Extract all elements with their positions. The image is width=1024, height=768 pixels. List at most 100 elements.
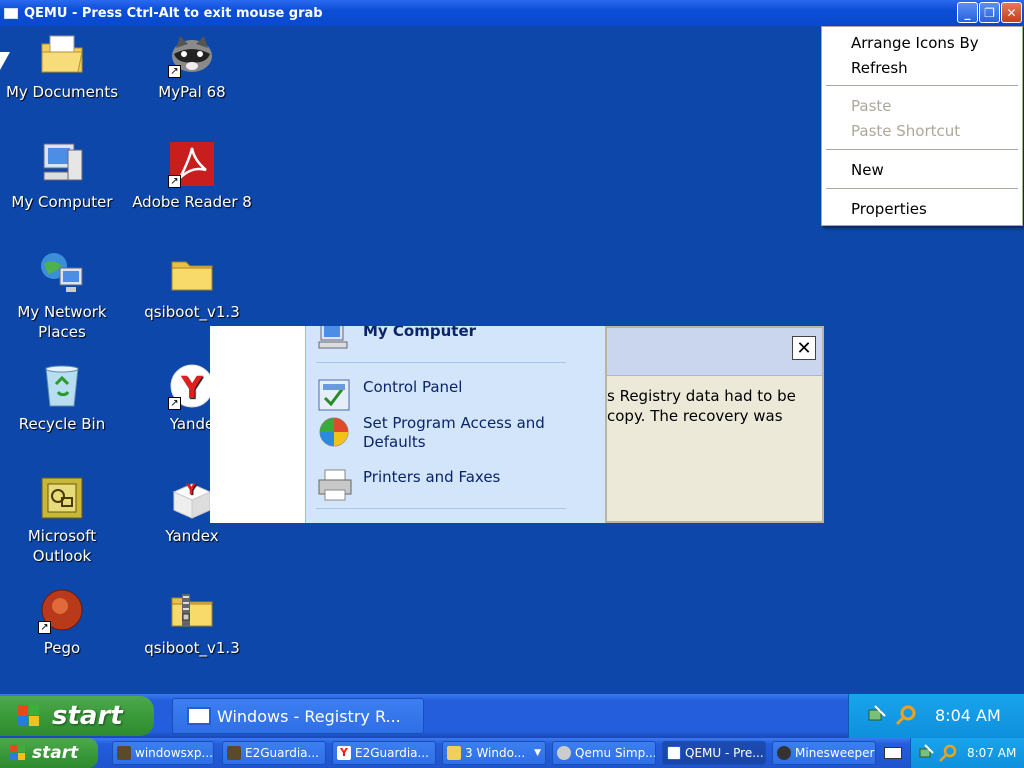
desktop-icon-label: MyPal 68: [158, 83, 226, 101]
guest-clock: 8:04 AM: [935, 706, 1001, 725]
qemu-window-icon: [4, 7, 18, 19]
folder-icon: [447, 746, 461, 760]
menu-item-label: New: [851, 161, 884, 179]
printer-icon: [317, 468, 353, 504]
search-tray-icon[interactable]: [939, 744, 957, 762]
outlook-icon: [38, 474, 86, 522]
qemu-window-title: QEMU - Press Ctrl-Alt to exit mouse grab: [24, 5, 323, 21]
start-menu-fragment: My Computer Control Panel Set Program Ac…: [210, 326, 607, 523]
adobe-reader-icon: ↗: [168, 140, 216, 188]
desktop-icon-pego[interactable]: ↗ Pego: [0, 586, 124, 658]
mine-icon: [777, 746, 791, 760]
qemu-title-bar[interactable]: QEMU - Press Ctrl-Alt to exit mouse grab…: [0, 0, 1024, 26]
folder-icon: [168, 250, 216, 298]
start-label: start: [32, 743, 79, 763]
desktop-icon-mypal[interactable]: ↗ MyPal 68: [130, 30, 254, 102]
host-task-windowsxp[interactable]: windowsxp...: [112, 741, 214, 765]
menu-item-label: Arrange Icons By: [851, 34, 979, 52]
host-taskbar: start windowsxp... E2Guardia... Y E2Guar…: [0, 738, 1024, 768]
desktop-icon-qsiboot-folder[interactable]: qsiboot_v1.3: [130, 250, 254, 322]
desktop-icon-label: Adobe Reader 8: [132, 193, 252, 211]
desktop-icon-outlook[interactable]: Microsoft Outlook: [0, 474, 124, 566]
start-label: start: [52, 701, 123, 731]
control-panel-icon: [317, 378, 353, 414]
shortcut-arrow-icon: ↗: [168, 65, 181, 78]
my-computer-icon: [38, 140, 86, 188]
host-task-e2guardian-1[interactable]: E2Guardia...: [222, 741, 326, 765]
close-icon[interactable]: ✕: [1001, 2, 1022, 23]
guest-taskbar: start Windows - Registry R... 8:04 AM: [0, 694, 1024, 738]
guest-system-tray: 8:04 AM: [848, 694, 1024, 738]
network-tray-icon[interactable]: [867, 704, 887, 724]
raccoon-icon: [117, 746, 131, 760]
svg-text:Y: Y: [185, 482, 197, 498]
start-menu-right-pane: My Computer Control Panel Set Program Ac…: [305, 326, 607, 523]
program-defaults-icon: [317, 414, 353, 450]
dialog-message: s Registry data had to be copy. The reco…: [607, 386, 796, 426]
keyboard-icon[interactable]: [884, 747, 902, 759]
my-computer-icon: [317, 326, 353, 358]
host-task-e2guardian-2[interactable]: Y E2Guardia...: [332, 741, 436, 765]
host-task-qemu-simple[interactable]: Qemu Simp...: [552, 741, 656, 765]
start-menu-my-computer[interactable]: My Computer: [318, 326, 583, 349]
menu-item-new[interactable]: New ▶: [851, 158, 1021, 182]
menu-item-paste: Paste: [851, 97, 892, 115]
host-task-minesweeper[interactable]: Minesweeper: [772, 741, 876, 765]
host-task-qemu[interactable]: QEMU - Pre...: [662, 741, 766, 765]
desktop-icon-label: My Network Places: [17, 303, 107, 341]
desktop-icon-my-computer[interactable]: My Computer: [0, 140, 124, 212]
network-places-icon: [38, 250, 86, 298]
desktop-icon-label: qsiboot_v1.3: [144, 303, 240, 321]
taskbar-button-registry[interactable]: Windows - Registry R...: [172, 698, 424, 734]
window-icon: [667, 746, 681, 760]
menu-item-arrange-icons-by[interactable]: Arrange Icons By ▶: [851, 31, 1021, 55]
dialog-message-line: s Registry data had to be: [607, 387, 796, 405]
recycle-bin-icon: [38, 362, 86, 410]
desktop-icon-label: My Documents: [5, 83, 119, 101]
yandex-browser-icon: Y ↗: [168, 362, 216, 410]
desktop-icon-network-places[interactable]: My Network Places: [0, 250, 124, 342]
desktop-icon-recycle-bin[interactable]: Recycle Bin: [0, 362, 124, 434]
minimize-icon[interactable]: _: [957, 2, 978, 23]
yandex-box-icon: Y: [168, 474, 216, 522]
host-clock: 8:07 AM: [967, 746, 1017, 760]
dialog-title-bar: ✕: [607, 328, 822, 376]
dialog-message-line: copy. The recovery was: [607, 407, 783, 425]
desktop-icon-adobe-reader[interactable]: ↗ Adobe Reader 8: [130, 140, 254, 212]
search-tray-icon[interactable]: [895, 704, 917, 726]
desktop-icon-qsiboot-zip[interactable]: qsiboot_v1.3: [130, 586, 254, 658]
menu-item-properties[interactable]: Properties: [851, 197, 927, 221]
pego-icon: ↗: [38, 586, 86, 634]
svg-text:Y: Y: [180, 371, 204, 406]
desktop-context-menu: Arrange Icons By ▶ Refresh Paste Paste S…: [821, 26, 1023, 226]
desktop-icon-label: Pego: [43, 639, 81, 657]
menu-item-refresh[interactable]: Refresh: [851, 56, 908, 80]
menu-separator: [826, 149, 1018, 150]
mypal-raccoon-icon: ↗: [168, 30, 216, 78]
taskbar-button-label: Windows - Registry R...: [217, 706, 401, 726]
shortcut-arrow-icon: ↗: [38, 621, 51, 634]
host-start-button[interactable]: start: [0, 738, 98, 768]
start-menu-left-pane: [210, 326, 305, 523]
zip-folder-icon: [168, 586, 216, 634]
qemu-simple-icon: [557, 746, 571, 760]
start-menu-set-program-access[interactable]: Set Program Access and Defaults: [319, 414, 583, 452]
raccoon-icon: [227, 746, 241, 760]
yandex-icon: Y: [337, 746, 351, 760]
desktop-icon-label: Recycle Bin: [18, 415, 106, 433]
menu-separator: [826, 85, 1018, 86]
guest-start-button[interactable]: start: [0, 696, 154, 736]
windows-flag-icon: [18, 705, 40, 727]
network-tray-icon[interactable]: [919, 744, 935, 760]
desktop-icon-my-documents[interactable]: My Documents: [0, 30, 124, 102]
menu-item-paste-shortcut: Paste Shortcut: [851, 122, 961, 140]
restore-icon[interactable]: ❐: [979, 2, 1000, 23]
windows-flag-icon: [10, 745, 26, 761]
desktop-icon-label: Yandex: [165, 527, 219, 545]
start-menu-printers-faxes[interactable]: Printers and Faxes: [318, 468, 583, 501]
window-icon: [187, 707, 211, 725]
dialog-close-icon[interactable]: ✕: [792, 336, 816, 360]
start-menu-control-panel[interactable]: Control Panel: [318, 378, 583, 411]
registry-recovery-dialog-fragment: ✕ s Registry data had to be copy. The re…: [605, 326, 824, 523]
host-task-windows-group[interactable]: 3 Windo... ▼: [442, 741, 546, 765]
